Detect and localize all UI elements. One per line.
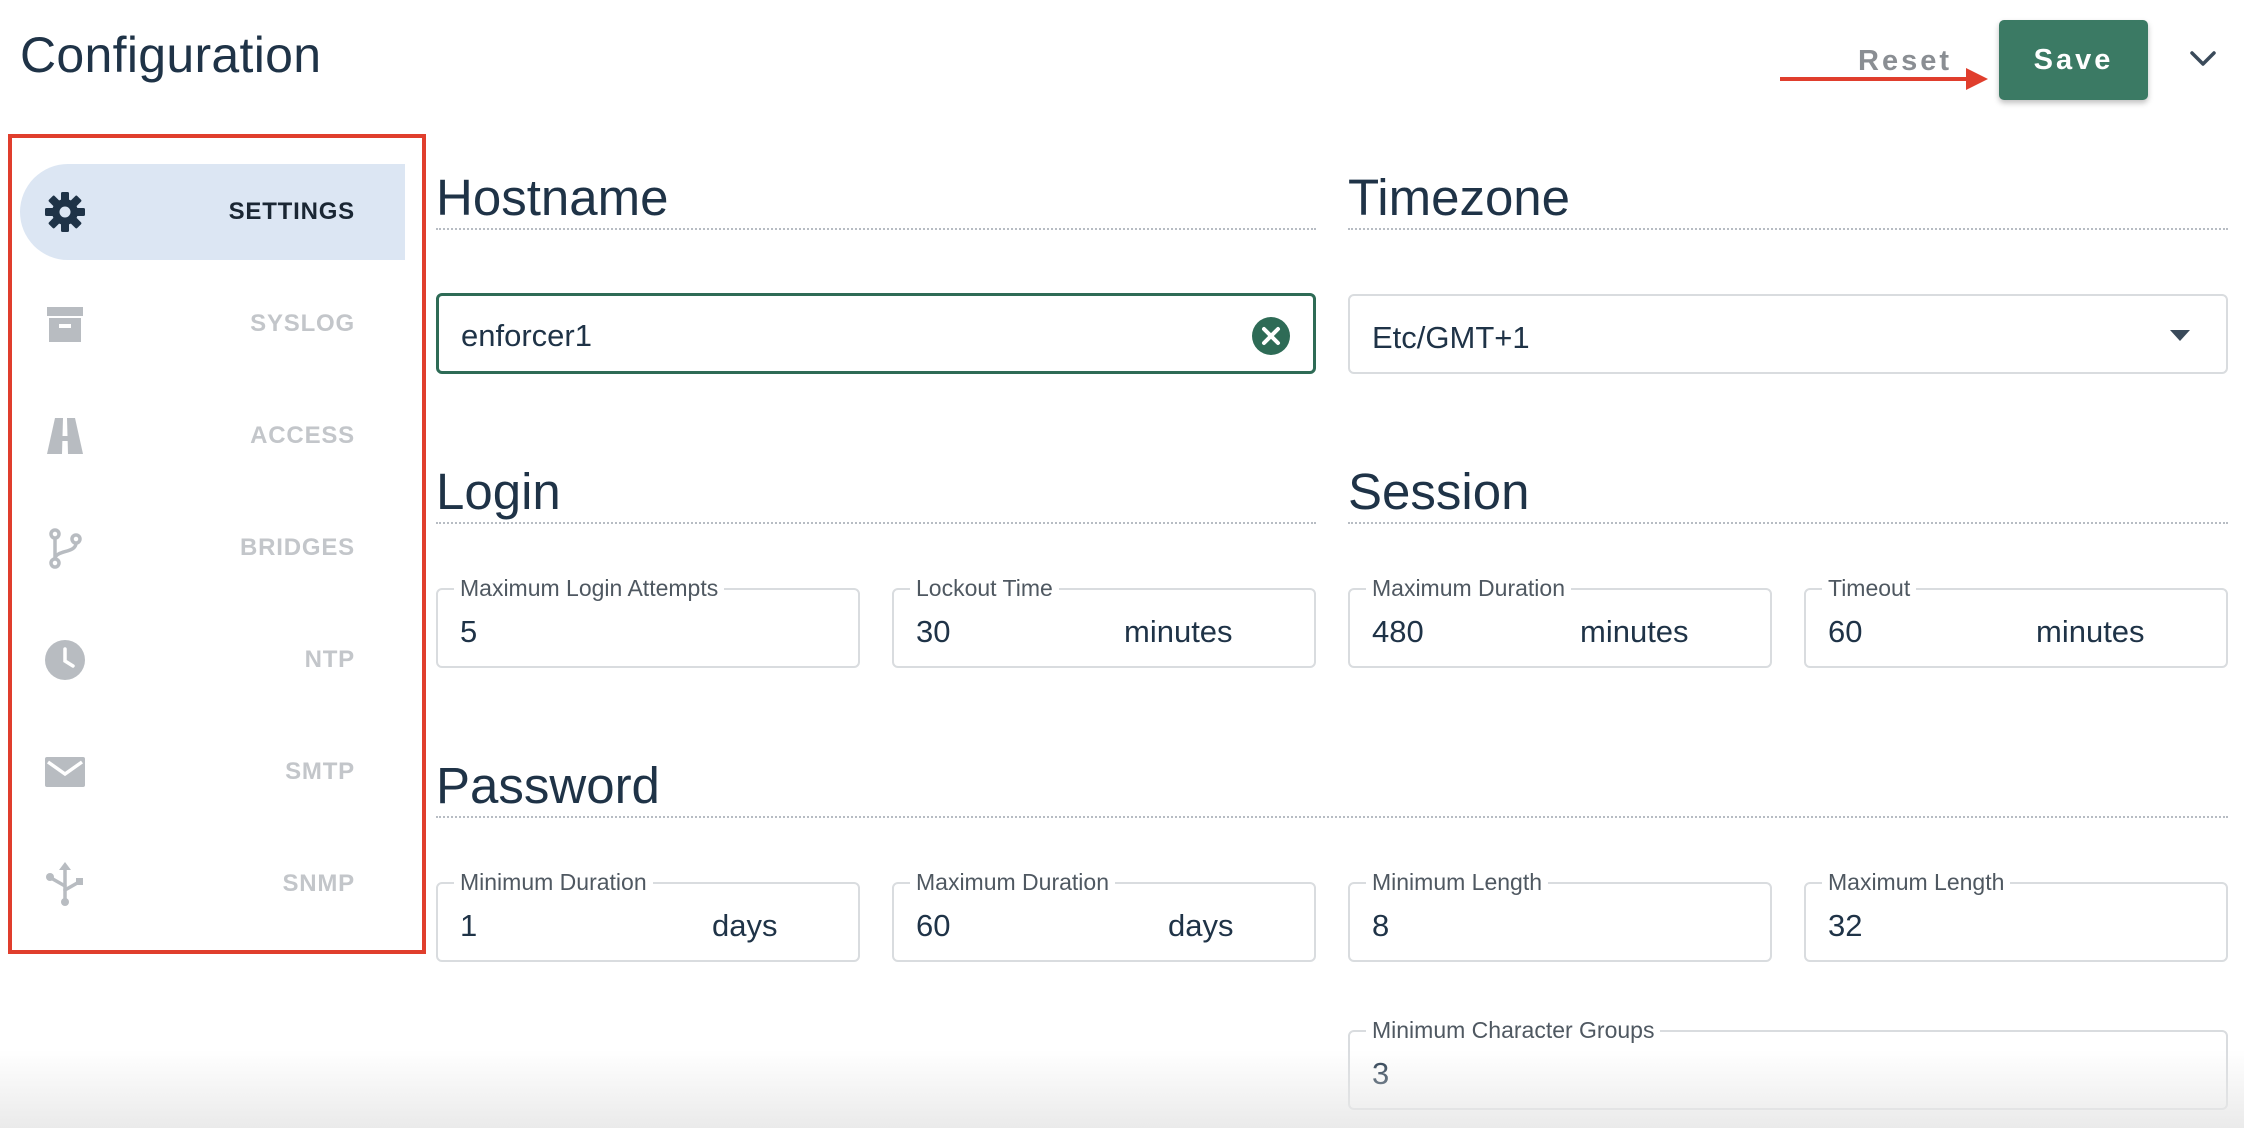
field-label: Minimum Length	[1366, 870, 1549, 894]
chevron-down-icon[interactable]	[2185, 40, 2221, 76]
field-label: Timeout	[1822, 576, 1917, 600]
clock-icon	[45, 640, 85, 680]
field-value: 60	[916, 908, 951, 943]
field-label: Lockout Time	[910, 576, 1059, 600]
max-login-attempts-field[interactable]: Maximum Login Attempts 5	[436, 576, 860, 668]
field-value: 30	[916, 614, 951, 649]
sidebar-item-label: ACCESS	[250, 422, 355, 449]
field-value: 480	[1372, 614, 1424, 649]
session-timeout-field[interactable]: Timeout 60 minutes	[1804, 576, 2228, 668]
field-value: 60	[1828, 614, 1863, 649]
road-icon	[47, 418, 83, 454]
password-max-duration-field[interactable]: Maximum Duration 60 days	[892, 870, 1316, 962]
sidebar-item-label: SMTP	[285, 758, 355, 785]
sidebar-item-access[interactable]: ACCESS	[20, 388, 405, 484]
save-button[interactable]: Save	[1999, 20, 2148, 100]
archive-icon	[47, 307, 83, 342]
field-value: 32	[1828, 908, 1863, 943]
password-max-length-field[interactable]: Maximum Length 32	[1804, 870, 2228, 962]
sidebar-item-snmp[interactable]: SNMP	[20, 836, 405, 932]
sidebar-item-syslog[interactable]: SYSLOG	[20, 276, 405, 372]
section-divider	[1348, 228, 2228, 230]
sidebar-item-settings[interactable]: SETTINGS	[20, 164, 405, 260]
section-divider	[1348, 522, 2228, 524]
gear-icon	[45, 192, 85, 232]
field-value: 8	[1372, 908, 1390, 943]
session-max-duration-field[interactable]: Maximum Duration 480 minutes	[1348, 576, 1772, 668]
timezone-value: Etc/GMT+1	[1372, 320, 1530, 355]
password-min-length-field[interactable]: Minimum Length 8	[1348, 870, 1772, 962]
session-section-title: Session	[1348, 463, 1530, 520]
section-divider	[436, 816, 2228, 818]
sidebar-item-ntp[interactable]: NTP	[20, 612, 405, 708]
branch-icon	[49, 528, 82, 569]
sidebar-item-label: SYSLOG	[250, 310, 355, 337]
sidebar-item-bridges[interactable]: BRIDGES	[20, 500, 405, 596]
field-value: 1	[460, 908, 478, 943]
hostname-value: enforcer1	[461, 318, 592, 353]
clear-icon[interactable]	[1251, 316, 1291, 356]
field-unit: minutes	[2036, 614, 2145, 649]
field-unit: days	[712, 908, 778, 943]
hostname-section-title: Hostname	[436, 169, 669, 226]
field-label: Maximum Login Attempts	[454, 576, 725, 600]
reset-button[interactable]: Reset	[1830, 38, 1980, 84]
field-label: Minimum Duration	[454, 870, 653, 894]
password-min-duration-field[interactable]: Minimum Duration 1 days	[436, 870, 860, 962]
caret-down-icon[interactable]	[2170, 330, 2190, 342]
field-value: 5	[460, 614, 478, 649]
field-label: Maximum Duration	[1366, 576, 1571, 600]
password-min-char-groups-field[interactable]: Minimum Character Groups 3	[1348, 1018, 2228, 1110]
login-section-title: Login	[436, 463, 561, 520]
envelope-icon	[45, 757, 85, 787]
field-label: Minimum Character Groups	[1366, 1018, 1661, 1042]
section-divider	[436, 522, 1316, 524]
field-label: Maximum Length	[1822, 870, 2011, 894]
password-section-title: Password	[436, 757, 660, 814]
sidebar-item-smtp[interactable]: SMTP	[20, 724, 405, 820]
lockout-time-field[interactable]: Lockout Time 30 minutes	[892, 576, 1316, 668]
field-unit: days	[1168, 908, 1234, 943]
section-divider	[436, 228, 1316, 230]
timezone-select[interactable]: Etc/GMT+1	[1348, 294, 2228, 374]
sidebar-item-label: SNMP	[282, 870, 355, 897]
field-unit: minutes	[1124, 614, 1233, 649]
sidebar-item-label: NTP	[304, 646, 355, 673]
field-value: 3	[1372, 1056, 1390, 1091]
field-unit: minutes	[1580, 614, 1689, 649]
page-title: Configuration	[20, 27, 322, 83]
sidebar-item-label: BRIDGES	[240, 534, 355, 561]
hostname-field[interactable]: enforcer1	[436, 293, 1316, 374]
network-icon	[46, 862, 83, 906]
timezone-section-title: Timezone	[1348, 169, 1571, 226]
field-label: Maximum Duration	[910, 870, 1115, 894]
sidebar-item-label: SETTINGS	[228, 198, 355, 225]
